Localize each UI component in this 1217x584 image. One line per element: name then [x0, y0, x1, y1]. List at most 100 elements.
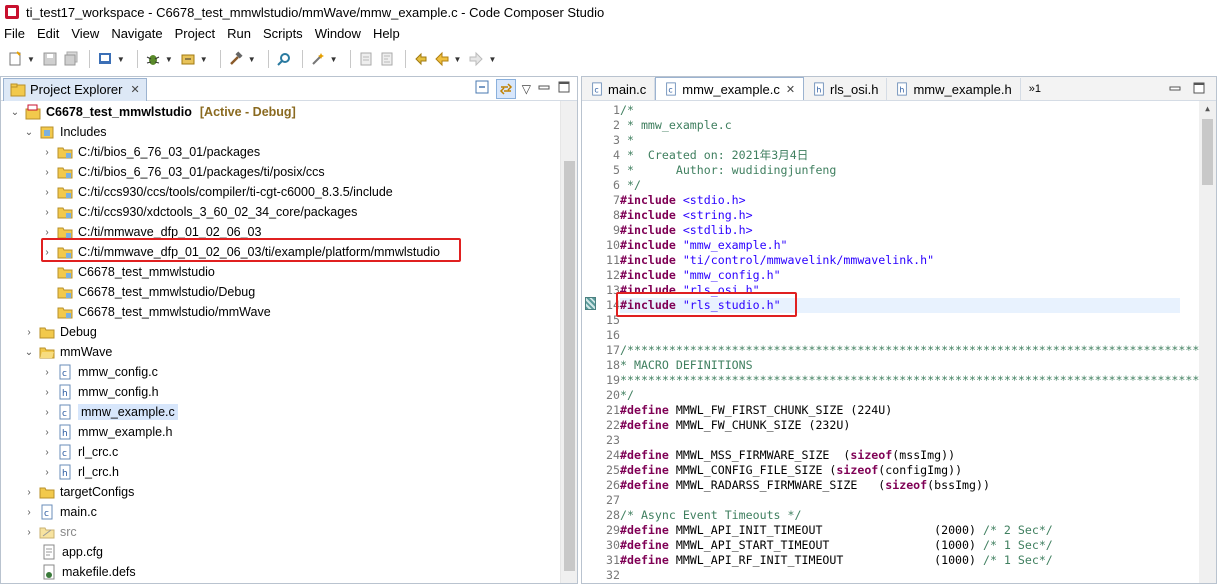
menu-edit[interactable]: Edit	[37, 26, 59, 41]
tab-mmw-example-c[interactable]: c mmw_example.c ✕	[655, 77, 805, 100]
flash-dropdown-icon[interactable]: ▼	[200, 55, 208, 64]
svg-text:h: h	[62, 389, 68, 399]
debug-dropdown-icon[interactable]: ▼	[165, 55, 173, 64]
tab-mmw-example-h[interactable]: h mmw_example.h	[887, 78, 1021, 100]
chevron-right-icon[interactable]: ›	[41, 207, 53, 218]
code-keyword: #define	[620, 418, 669, 432]
tree-item-project[interactable]: ⌄ C6678_test_mmwlstudio [Active - Debug]	[9, 102, 296, 122]
new-dropdown-icon[interactable]: ▼	[27, 55, 35, 64]
minimize-icon[interactable]	[537, 80, 551, 97]
menu-run[interactable]: Run	[227, 26, 251, 41]
chevron-right-icon[interactable]: ›	[41, 407, 53, 418]
makefile-icon	[41, 564, 57, 580]
explorer-scrollbar[interactable]	[560, 101, 577, 583]
tree-item-targetconfigs-folder[interactable]: › targetConfigs	[23, 482, 134, 502]
forward-dropdown-icon[interactable]: ▼	[488, 55, 496, 64]
code-editor[interactable]: 1 2 3 4 5 6 7 8 9 10 11 12 13 14 15 16 17 18 19 20 21 22 23 24 2…	[582, 101, 1216, 583]
console-icon[interactable]	[96, 50, 114, 68]
folder-include-icon	[57, 184, 73, 200]
save-all-icon[interactable]	[62, 50, 80, 68]
tree-item-file[interactable]: › h mmw_example.h	[41, 422, 172, 442]
tab-project-explorer[interactable]: Project Explorer ✕	[3, 77, 147, 101]
tree-item-file[interactable]: › h rl_crc.h	[41, 462, 119, 482]
wand-dropdown-icon[interactable]: ▼	[330, 55, 338, 64]
chevron-right-icon[interactable]: ›	[41, 167, 53, 178]
new-icon[interactable]	[6, 50, 24, 68]
tree-item-debug-folder[interactable]: › Debug	[23, 322, 97, 342]
tree-item-src-folder[interactable]: › src	[23, 522, 76, 542]
chevron-right-icon[interactable]: ›	[41, 467, 53, 478]
menu-project[interactable]: Project	[175, 26, 215, 41]
chevron-right-icon[interactable]: ›	[41, 227, 53, 238]
maximize-icon[interactable]	[1192, 81, 1206, 98]
back-arrow-icon[interactable]	[433, 50, 451, 68]
chevron-right-icon[interactable]: ›	[41, 147, 53, 158]
tree-item-mmwave-folder[interactable]: ⌄ mmWave	[23, 342, 113, 362]
tree-item-include-path[interactable]: › C:/ti/bios_6_76_03_01/packages/ti/posix…	[41, 162, 324, 182]
close-icon[interactable]: ✕	[786, 83, 795, 96]
editor-scrollbar[interactable]: ▲	[1199, 101, 1216, 583]
tree-item-file-selected[interactable]: › c mmw_example.c	[41, 402, 178, 422]
tab-overflow[interactable]: »1	[1021, 78, 1049, 100]
scrollbar-thumb[interactable]	[564, 161, 575, 571]
tree-item-file[interactable]: app.cfg	[41, 542, 103, 562]
tab-overflow-label: »1	[1028, 83, 1041, 95]
chevron-right-icon[interactable]: ›	[41, 387, 53, 398]
code-comment: * mmw_example.c	[620, 118, 732, 132]
chevron-right-icon[interactable]: ›	[41, 367, 53, 378]
wand-icon[interactable]	[309, 50, 327, 68]
save-icon[interactable]	[41, 50, 59, 68]
menu-navigate[interactable]: Navigate	[111, 26, 162, 41]
tree-item-file[interactable]: makefile.defs	[41, 562, 136, 581]
build-dropdown-icon[interactable]: ▼	[248, 55, 256, 64]
menu-help[interactable]: Help	[373, 26, 400, 41]
tree-item-includes[interactable]: ⌄ Includes	[23, 122, 107, 142]
chevron-right-icon[interactable]: ›	[41, 187, 53, 198]
tree-item-file[interactable]: › c rl_crc.c	[41, 442, 118, 462]
close-icon[interactable]: ✕	[130, 83, 139, 96]
chevron-down-icon[interactable]: ⌄	[23, 347, 35, 358]
build-hammer-icon[interactable]	[227, 50, 245, 68]
tree-item-include-path[interactable]: › C:/ti/bios_6_76_03_01/packages	[41, 142, 260, 162]
tree-item-include-path[interactable]: › C:/ti/ccs930/xdctools_3_60_02_34_core/p…	[41, 202, 357, 222]
menu-file[interactable]: File	[4, 26, 25, 41]
tab-rls-osi-h[interactable]: h rls_osi.h	[804, 78, 888, 100]
console-dropdown-icon[interactable]: ▼	[117, 55, 125, 64]
tree-item-file[interactable]: › c mmw_config.c	[41, 362, 158, 382]
tree-item-include-path[interactable]: › C:/ti/ccs930/ccs/tools/compiler/ti-cgt-…	[41, 182, 392, 202]
link-editor-icon[interactable]	[495, 78, 516, 99]
tree-item-include-path[interactable]: C6678_test_mmwlstudio/Debug	[57, 282, 255, 302]
tree-item-include-path[interactable]: C6678_test_mmwlstudio	[57, 262, 215, 282]
search-icon[interactable]	[275, 50, 293, 68]
chevron-right-icon[interactable]: ›	[23, 527, 35, 538]
scroll-up-icon[interactable]: ▲	[1199, 101, 1216, 117]
minimize-icon[interactable]	[1168, 81, 1182, 98]
code-text: MMWL_CONFIG_FILE_SIZE (	[668, 463, 837, 477]
chevron-right-icon[interactable]: ›	[23, 507, 35, 518]
chevron-right-icon[interactable]: ›	[23, 487, 35, 498]
last-edit-icon[interactable]	[412, 50, 430, 68]
h-file-icon: h	[814, 82, 824, 96]
chevron-right-icon[interactable]: ›	[41, 447, 53, 458]
menu-view[interactable]: View	[71, 26, 99, 41]
tree-item-file[interactable]: › c main.c	[23, 502, 97, 522]
collapse-all-icon[interactable]	[474, 79, 490, 98]
toggle-mark-icon[interactable]	[357, 50, 375, 68]
block-select-icon[interactable]	[378, 50, 396, 68]
chevron-down-icon[interactable]: ⌄	[9, 107, 21, 118]
chevron-right-icon[interactable]: ›	[23, 327, 35, 338]
chevron-right-icon[interactable]: ›	[41, 427, 53, 438]
menu-scripts[interactable]: Scripts	[263, 26, 303, 41]
forward-arrow-icon[interactable]	[467, 50, 485, 68]
tree-item-include-path[interactable]: C6678_test_mmwlstudio/mmWave	[57, 302, 271, 322]
debug-icon[interactable]	[144, 50, 162, 68]
menu-window[interactable]: Window	[315, 26, 361, 41]
maximize-icon[interactable]	[557, 80, 571, 97]
scrollbar-thumb[interactable]	[1202, 119, 1213, 185]
back-dropdown-icon[interactable]: ▼	[454, 55, 462, 64]
tab-main-c[interactable]: c main.c	[582, 78, 656, 100]
flash-icon[interactable]	[179, 50, 197, 68]
view-menu-icon[interactable]: ▽	[522, 82, 531, 96]
chevron-down-icon[interactable]: ⌄	[23, 127, 35, 138]
tree-item-file[interactable]: › h mmw_config.h	[41, 382, 159, 402]
